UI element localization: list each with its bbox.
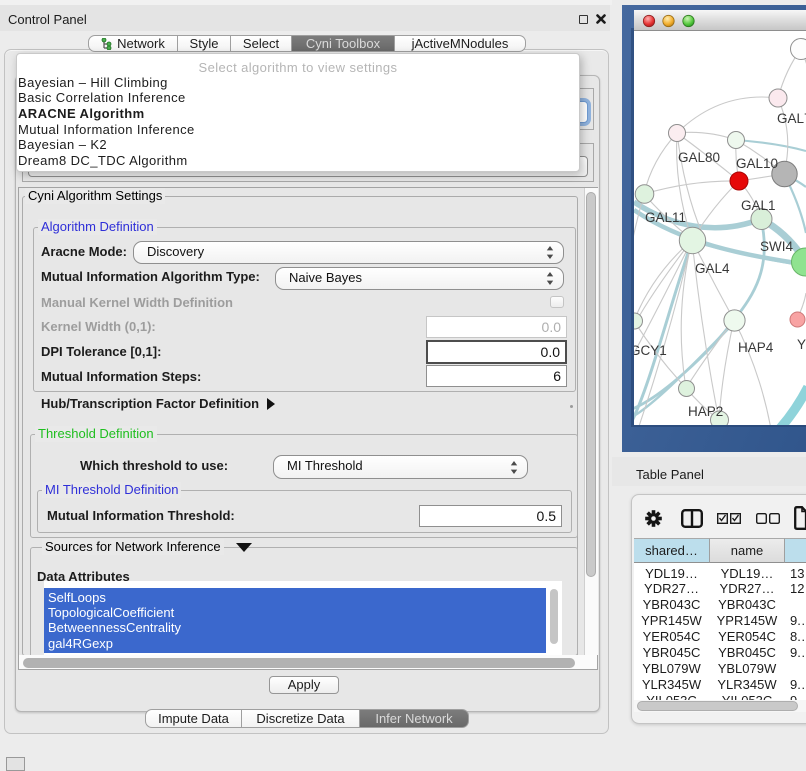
svg-text:GAL1: GAL1 [741, 198, 776, 213]
svg-text:GAL80: GAL80 [678, 150, 720, 165]
svg-text:HAP4: HAP4 [738, 340, 774, 355]
svg-text:GAL10: GAL10 [736, 156, 778, 171]
svg-text:GAL7: GAL7 [777, 111, 806, 126]
svg-text:GCY1: GCY1 [630, 343, 667, 358]
svg-text:GAL11: GAL11 [645, 210, 686, 225]
svg-text:Y: Y [797, 337, 806, 352]
svg-text:SWI4: SWI4 [760, 239, 793, 254]
svg-text:HAP2: HAP2 [688, 404, 723, 419]
svg-text:GAL4: GAL4 [695, 261, 730, 276]
